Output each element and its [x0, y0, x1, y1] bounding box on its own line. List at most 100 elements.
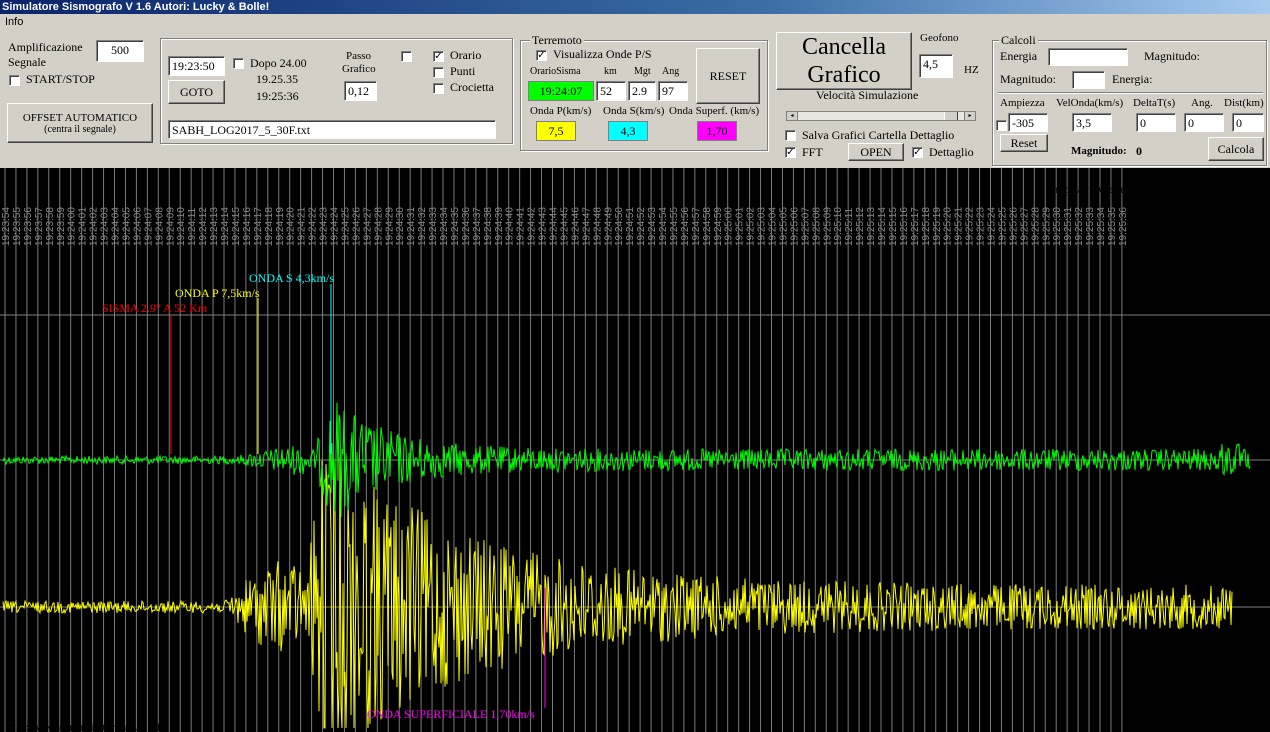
slider-thumb[interactable]: [944, 112, 958, 120]
time-tick-label: 19:24:02: [89, 207, 100, 246]
crocietta-checkbox[interactable]: [433, 83, 444, 94]
ampiezza-checkbox[interactable]: [996, 120, 1007, 131]
ampiezza-input[interactable]: -305: [1008, 113, 1048, 132]
time-tick-label: 19:24:44: [549, 207, 560, 246]
time-tick-label: 19:23:55: [12, 207, 23, 246]
time-tick-label: 19:24:19: [275, 207, 286, 246]
offset-button-line1: OFFSET AUTOMATICO: [22, 111, 138, 124]
open-button[interactable]: OPEN: [848, 143, 904, 161]
ang-calc-input[interactable]: 0: [1184, 113, 1224, 132]
onda-s-value[interactable]: 4,3: [608, 121, 648, 141]
time-tick-label: 19:25:12: [855, 207, 866, 246]
seismograph-display: 19:23:54 19:23:55 19:23:56 19:23:57 19:23:58…: [0, 168, 1270, 732]
time-tick-label: 19:25:13: [866, 207, 877, 246]
time-tick-label: 19:24:13: [209, 207, 220, 246]
time-tick-label: 19:24:51: [625, 207, 636, 246]
time-b-label: 19:25:36: [256, 89, 299, 103]
km-input[interactable]: 52: [596, 81, 626, 101]
time-tick-label: 19:25:14: [877, 207, 888, 246]
time-tick-label: 19:25:20: [943, 207, 954, 246]
amplificazione-input[interactable]: 500: [96, 40, 144, 62]
time-tick-label: 19:24:11: [187, 207, 198, 246]
magnitudo-result-value: 0: [1136, 144, 1142, 158]
time-tick-label: 19:24:55: [669, 207, 680, 246]
time-tick-label: 19:24:40: [505, 207, 516, 246]
time-tick-label: 19:25:32: [1074, 207, 1085, 246]
col-dist: Dist(km): [1224, 97, 1264, 109]
time-tick-label: 19:25:02: [746, 207, 757, 246]
orario-checkbox[interactable]: ✓: [433, 51, 444, 62]
fft-checkbox[interactable]: ✓: [785, 147, 796, 158]
time-tick-label: 19:25:00: [724, 207, 735, 246]
time-tick-label: 19:24:34: [439, 207, 450, 246]
extra-checkbox[interactable]: [401, 51, 412, 62]
cancella-grafico-button[interactable]: Cancella Grafico: [776, 32, 912, 90]
geofono-input[interactable]: 4,5: [919, 54, 953, 78]
punti-checkbox[interactable]: [433, 67, 444, 78]
ang-input[interactable]: 97: [658, 81, 688, 101]
energia-input[interactable]: [1048, 48, 1128, 66]
time-tick-label: 19:24:28: [373, 207, 384, 246]
salva-checkbox[interactable]: [785, 130, 796, 141]
time-tick-label: 19:25:21: [954, 207, 965, 246]
calcola-button[interactable]: Calcola: [1208, 137, 1264, 161]
time-tick-label: 19:23:57: [34, 207, 45, 246]
time-tick-label: 19:25:09: [822, 207, 833, 246]
time-tick-label: 19:25:29: [1041, 207, 1052, 246]
magnitudo-input[interactable]: [1072, 71, 1105, 89]
file-name-input[interactable]: SABH_LOG2017_5_30F.txt: [168, 120, 496, 139]
time-tick-label: 19:23:54: [1, 207, 12, 246]
time-tick-label: 19:24:37: [472, 207, 483, 246]
offset-automatico-button[interactable]: OFFSET AUTOMATICO (centra il segnale): [7, 103, 153, 143]
time-tick-label: 19:25:17: [910, 207, 921, 246]
amplificazione-label: Amplificazione: [8, 40, 83, 54]
time-tick-label: 19:25:04: [768, 207, 779, 246]
slider-left-arrow-icon[interactable]: ◂: [787, 112, 798, 120]
orario-sisma-value: 19:24:07: [528, 81, 594, 101]
passo-label: Passo: [346, 50, 372, 62]
visualizza-checkbox[interactable]: ✓: [536, 50, 547, 61]
time-tick-label: 19:24:39: [494, 207, 505, 246]
goto-button[interactable]: GOTO: [168, 80, 225, 104]
time-input[interactable]: 19:23:50: [168, 56, 225, 76]
dist-input[interactable]: 0: [1232, 113, 1264, 132]
velonda-input[interactable]: 3,5: [1072, 113, 1112, 132]
time-tick-label: 19:24:36: [461, 207, 472, 246]
passo-input[interactable]: 0,12: [344, 81, 377, 101]
time-tick-label: 19:24:06: [132, 207, 143, 246]
col-mgt: Mgt: [634, 66, 651, 77]
time-tick-label: 19:24:25: [340, 207, 351, 246]
velocita-label: Velocità Simulazione: [816, 88, 919, 102]
dopo-label: Dopo 24.00: [250, 56, 307, 70]
grafico-label: Grafico: [342, 63, 376, 75]
magnitudo-label-2: Magnitudo:: [1000, 72, 1056, 86]
time-tick-label: 19:24:47: [581, 207, 592, 246]
dopo-checkbox[interactable]: [233, 58, 244, 69]
time-tick-labels: 19:23:54 19:23:55 19:23:56 19:23:57 19:23:58…: [1, 207, 1129, 246]
calcoli-reset-button[interactable]: Reset: [1000, 134, 1048, 152]
terremoto-reset-button[interactable]: RESET: [696, 48, 760, 104]
dettaglio-checkbox[interactable]: ✓: [912, 147, 923, 158]
time-tick-label: 19:24:33: [428, 207, 439, 246]
onda-s-label: Onda S(km/s): [603, 105, 665, 117]
cancella-line1: Cancella: [802, 34, 886, 60]
col-orario-sisma: OrarioSisma: [530, 66, 581, 77]
time-tick-label: 19:24:50: [614, 207, 625, 246]
onda-sup-value[interactable]: 1,70: [697, 121, 737, 141]
salva-label: Salva Grafici Cartella Dettaglio: [802, 128, 955, 142]
deltat-input[interactable]: 0: [1136, 113, 1176, 132]
time-tick-label: 19:24:01: [78, 207, 89, 246]
onda-p-value[interactable]: 7,5: [536, 121, 576, 141]
magnitudo-result-label: Magnitudo:: [1071, 145, 1127, 157]
window-title: Simulatore Sismografo V 1.6 Autori: Luck…: [0, 0, 1270, 14]
sisma-label: SISMA 2.9° A 52 Km: [102, 301, 208, 315]
control-panel: Amplificazione Segnale 500 START/STOP OF…: [0, 30, 1270, 168]
menu-info[interactable]: Info: [0, 16, 23, 28]
start-stop-checkbox[interactable]: [9, 75, 20, 86]
mgt-input[interactable]: 2.9: [628, 81, 656, 101]
slider-right-arrow-icon[interactable]: ▸: [964, 112, 975, 120]
onda-sup-label: Onda Superf. (km/s): [669, 105, 760, 117]
time-tick-label: 19:24:52: [636, 207, 647, 246]
time-tick-label: 19:24:41: [516, 207, 527, 246]
velocita-slider[interactable]: ◂ ▸: [786, 111, 976, 121]
